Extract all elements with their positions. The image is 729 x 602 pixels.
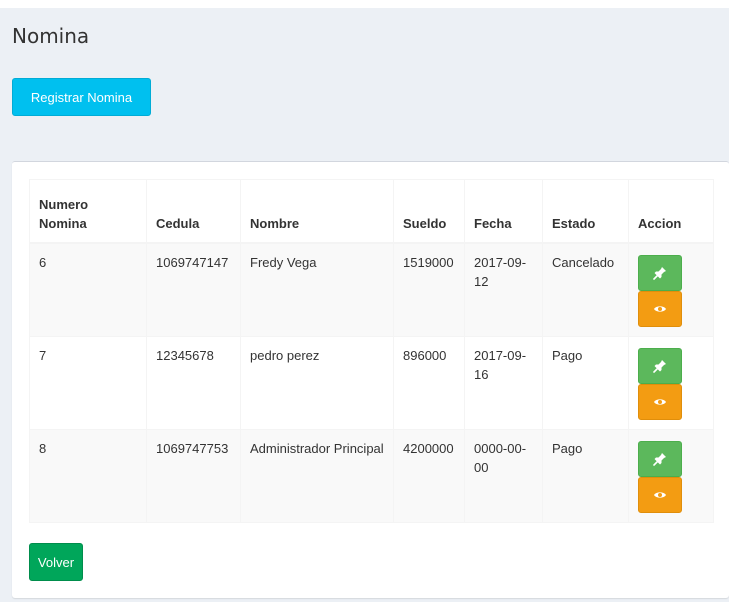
view-button[interactable] [638, 383, 682, 420]
view-button[interactable] [638, 476, 682, 513]
header-cedula: Cedula [146, 179, 241, 244]
cell-cedula: 1069747147 [146, 242, 241, 337]
cell-nombre: Fredy Vega [240, 242, 394, 337]
cell-estado: Pago [542, 428, 629, 523]
pin-icon [653, 359, 666, 373]
cell-nombre: pedro perez [240, 335, 394, 430]
header-estado: Estado [542, 179, 629, 244]
header-nombre: Nombre [240, 179, 394, 244]
table-row: 7 12345678 pedro perez 896000 2017-09-16… [29, 335, 714, 430]
cell-sueldo: 896000 [393, 335, 465, 430]
cell-cedula: 12345678 [146, 335, 241, 430]
cell-sueldo: 4200000 [393, 428, 465, 523]
cell-accion [628, 242, 714, 337]
cell-fecha: 2017-09-12 [464, 242, 543, 337]
nomina-panel: Numero Nomina Cedula Nombre Sueldo Fecha… [12, 161, 729, 598]
cell-numero: 8 [29, 428, 147, 523]
eye-icon [654, 398, 666, 405]
back-button[interactable]: Volver [29, 543, 83, 581]
cell-numero: 6 [29, 242, 147, 337]
table-row: 8 1069747753 Administrador Principal 420… [29, 428, 714, 523]
edit-button[interactable] [638, 254, 682, 291]
view-button[interactable] [638, 290, 682, 327]
edit-button[interactable] [638, 440, 682, 477]
cell-fecha: 2017-09-16 [464, 335, 543, 430]
content-wrapper: Nomina Registrar Nomina Numero Nomina Ce… [0, 8, 729, 602]
pin-icon [653, 266, 666, 280]
header-numero-nomina: Numero Nomina [29, 179, 147, 244]
page-title: Nomina [12, 24, 90, 48]
cell-nombre: Administrador Principal [240, 428, 394, 523]
eye-icon [654, 491, 666, 498]
cell-cedula: 1069747753 [146, 428, 241, 523]
header-sueldo: Sueldo [393, 179, 465, 244]
cell-numero: 7 [29, 335, 147, 430]
edit-button[interactable] [638, 347, 682, 384]
register-nomina-button[interactable]: Registrar Nomina [12, 78, 151, 116]
header-fecha: Fecha [464, 179, 543, 244]
cell-accion [628, 335, 714, 430]
cell-sueldo: 1519000 [393, 242, 465, 337]
table-header-row: Numero Nomina Cedula Nombre Sueldo Fecha… [29, 179, 714, 244]
cell-estado: Cancelado [542, 242, 629, 337]
table-row: 6 1069747147 Fredy Vega 1519000 2017-09-… [29, 242, 714, 337]
pin-icon [653, 452, 666, 466]
cell-estado: Pago [542, 335, 629, 430]
cell-accion [628, 428, 714, 523]
header-accion: Accion [628, 179, 714, 244]
nomina-table: Numero Nomina Cedula Nombre Sueldo Fecha… [29, 179, 714, 523]
eye-icon [654, 305, 666, 312]
cell-fecha: 0000-00-00 [464, 428, 543, 523]
